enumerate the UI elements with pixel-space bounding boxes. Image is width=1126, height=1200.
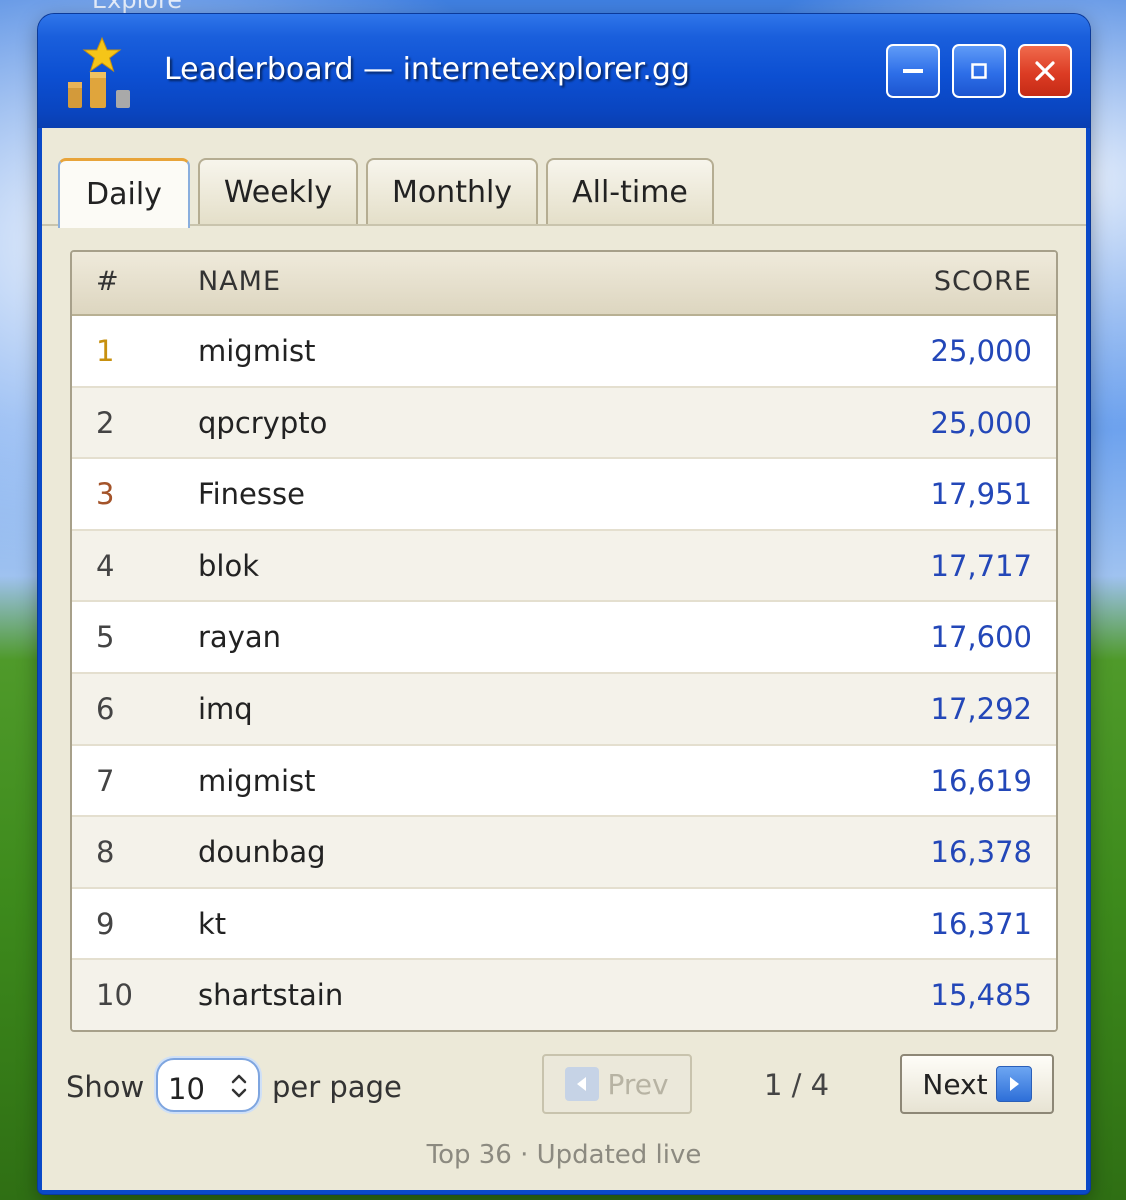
score-cell: 17,951: [930, 477, 1032, 512]
name-cell: Finesse: [198, 477, 305, 512]
per-page-select[interactable]: 10: [156, 1058, 260, 1112]
rank-cell: 9: [96, 906, 115, 941]
table-row[interactable]: 7 migmist 16,619: [72, 745, 1056, 818]
table-row[interactable]: 8 dounbag 16,378: [72, 817, 1056, 889]
name-cell: dounbag: [198, 835, 326, 870]
maximize-icon: [971, 63, 987, 79]
show-label: Show: [66, 1070, 145, 1104]
prev-page-button[interactable]: Prev: [542, 1054, 692, 1114]
period-tabs: Daily Weekly Monthly All-time: [42, 128, 1086, 228]
tab-weekly[interactable]: Weekly: [198, 158, 358, 224]
rank-cell: 1: [96, 334, 115, 368]
page-indicator: 1 / 4: [764, 1068, 830, 1102]
background-window-caption: Explore: [92, 0, 183, 14]
close-icon: [1035, 61, 1055, 81]
prev-label: Prev: [607, 1067, 669, 1101]
minimize-button[interactable]: [886, 44, 940, 98]
rank-cell: 10: [96, 978, 133, 1013]
name-cell: imq: [198, 691, 253, 726]
tab-divider: [42, 224, 1086, 226]
title-bar[interactable]: Leaderboard — internetexplorer.gg: [38, 14, 1090, 128]
per-page-label: per page: [272, 1070, 402, 1104]
name-cell: migmist: [198, 763, 316, 798]
rank-cell: 3: [96, 477, 115, 512]
chevron-updown-icon: [231, 1074, 247, 1098]
table-row[interactable]: 2 qpcrypto 25,000: [72, 387, 1056, 460]
table-header: # NAME SCORE: [72, 252, 1056, 316]
column-header-rank[interactable]: #: [96, 266, 120, 297]
score-cell: 17,717: [930, 548, 1032, 583]
table-row[interactable]: 9 kt 16,371: [72, 888, 1056, 961]
next-label: Next: [922, 1067, 988, 1101]
score-cell: 15,485: [930, 978, 1032, 1013]
table-row[interactable]: 6 imq 17,292: [72, 673, 1056, 746]
name-cell: qpcrypto: [198, 405, 328, 440]
leaderboard-star-podium-icon: [64, 36, 140, 112]
rank-cell: 2: [96, 405, 115, 440]
tab-monthly[interactable]: Monthly: [366, 158, 538, 224]
score-cell: 25,000: [930, 405, 1032, 440]
rank-cell: 5: [96, 620, 115, 655]
name-cell: kt: [198, 906, 227, 941]
score-cell: 17,600: [930, 620, 1032, 655]
score-cell: 16,619: [930, 763, 1032, 798]
name-cell: rayan: [198, 620, 282, 655]
column-header-name[interactable]: NAME: [198, 266, 281, 297]
leaderboard-table: # NAME SCORE 1 migmist 25,000 2 qpcrypto…: [70, 250, 1058, 1032]
pagination-footer: Show 10 per page Prev 1 / 4 Next Top 36 …: [42, 1048, 1086, 1188]
name-cell: blok: [198, 548, 260, 583]
table-row[interactable]: 4 blok 17,717: [72, 530, 1056, 603]
window-client-area: Daily Weekly Monthly All-time # NAME SCO…: [42, 128, 1086, 1190]
table-row[interactable]: 3 Finesse 17,951: [72, 459, 1056, 531]
arrow-left-icon: [565, 1067, 600, 1101]
score-cell: 25,000: [930, 334, 1032, 368]
column-header-score[interactable]: SCORE: [934, 266, 1032, 297]
score-cell: 16,378: [930, 835, 1032, 870]
score-cell: 17,292: [930, 691, 1032, 726]
table-row[interactable]: 5 rayan 17,600: [72, 602, 1056, 674]
minimize-icon: [903, 69, 923, 73]
maximize-button[interactable]: [952, 44, 1006, 98]
score-cell: 16,371: [930, 906, 1032, 941]
close-button[interactable]: [1018, 44, 1072, 98]
status-text: Top 36 · Updated live: [426, 1140, 702, 1170]
window-title: Leaderboard — internetexplorer.gg: [164, 52, 690, 87]
next-page-button[interactable]: Next: [900, 1054, 1054, 1114]
arrow-right-icon: [995, 1066, 1032, 1102]
leaderboard-window: Leaderboard — internetexplorer.gg Daily …: [38, 14, 1090, 1194]
rank-cell: 4: [96, 548, 115, 583]
tab-all-time[interactable]: All-time: [546, 158, 714, 224]
tab-daily[interactable]: Daily: [58, 158, 190, 228]
rank-cell: 7: [96, 763, 115, 798]
name-cell: shartstain: [198, 978, 344, 1013]
per-page-value: 10: [168, 1072, 205, 1106]
table-row[interactable]: 1 migmist 25,000: [72, 316, 1056, 388]
rank-cell: 6: [96, 691, 115, 726]
name-cell: migmist: [198, 334, 316, 368]
table-body: 1 migmist 25,000 2 qpcrypto 25,000 3 Fin…: [72, 316, 1056, 1030]
table-row[interactable]: 10 shartstain 15,485: [72, 960, 1056, 1030]
rank-cell: 8: [96, 835, 115, 870]
